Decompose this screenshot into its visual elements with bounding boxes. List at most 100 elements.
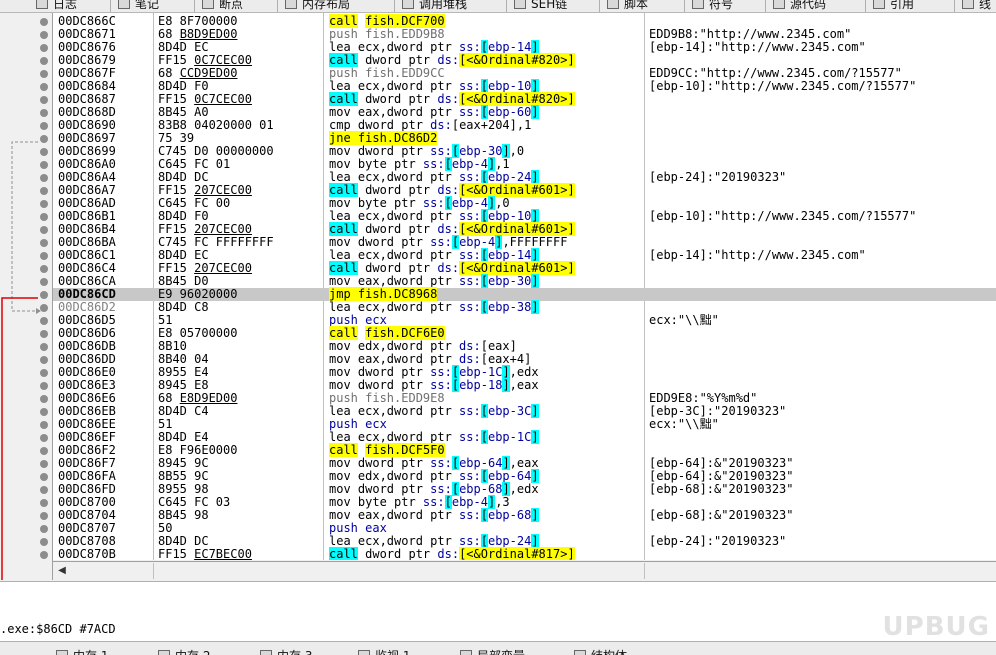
tab-call-stack[interactable]: 调用堆栈 (402, 0, 467, 12)
disasm-token: ebp-10 (488, 209, 531, 223)
instruction-row[interactable]: 00DC870BFF15 EC7BEC00call dword ptr ds:[… (53, 548, 996, 560)
bytes-address-operand: B8D9ED00 (180, 27, 238, 41)
bytes-address-operand: 207CEC00 (194, 261, 252, 275)
disasm-token: ss: (459, 170, 481, 184)
instruction-row[interactable]: 00DC86D6E8 05700000call fish.DCF6E0 (53, 327, 996, 340)
instruction-row[interactable]: 00DC87048B45 98mov eax,dword ptr ss:[ebp… (53, 509, 996, 522)
disasm-token: mov dword ptr (329, 482, 430, 496)
disasm-token: ebp-1C (488, 430, 531, 444)
view-tab-bar: 日志 笔记 断点 内存布局 调用堆栈 SEH链 脚本 符号 源代码 引用 线 (0, 0, 996, 13)
disasm-token: lea ecx,dword ptr (329, 40, 459, 54)
disasm-token: call (329, 92, 358, 106)
disasm-token: lea ecx,dword ptr (329, 430, 459, 444)
disasm-token: ebp-1C (459, 365, 502, 379)
instruction-comment: [ebp-68]:&"20190323" (649, 483, 794, 496)
disasm-token: call (329, 222, 358, 236)
bytes-text: C645 FC 01 (158, 157, 230, 171)
bytes-text: E8 F96E0000 (158, 443, 237, 457)
disassembly-view[interactable]: 00DC866CE8 8F700000call fish.DCF70000DC8… (53, 13, 996, 560)
disasm-token: cmp dword ptr (329, 118, 430, 132)
disasm-token: ebp-10 (488, 79, 531, 93)
bytes-text: 8D4D EC (158, 248, 209, 262)
disasm-token: lea ecx,dword ptr (329, 209, 459, 223)
memory-map-icon (285, 0, 297, 9)
disasm-token: call (329, 261, 358, 275)
disasm-token: ss: (423, 495, 445, 509)
disasm-token: [ (452, 365, 459, 379)
disasm-token: call (329, 183, 358, 197)
disasm-token: ] (502, 456, 509, 470)
disasm-token: [ (481, 170, 488, 184)
disasm-token: ss: (459, 469, 481, 483)
disasm-token: [ (481, 469, 488, 483)
instruction-comment: [ebp-68]:&"20190323" (649, 509, 794, 522)
scroll-left-icon[interactable]: ◀ (55, 564, 69, 578)
disasm-token: ss: (459, 274, 481, 288)
bytes-text: C745 D0 00000000 (158, 144, 274, 158)
instruction-row[interactable]: 00DC86EB8D4D C4lea ecx,dword ptr ss:[ebp… (53, 405, 996, 418)
disasm-token: push ecx (329, 417, 387, 431)
disasm-token: [ (452, 456, 459, 470)
disasm-token: ds: (459, 352, 481, 366)
disasm-token: ] (531, 40, 538, 54)
disasm-token: [<&Ordinal#817>] (459, 547, 575, 560)
disasm-token: ss: (459, 209, 481, 223)
bytes-text: 8D4D F0 (158, 209, 209, 223)
tab-separator (277, 0, 278, 12)
disasm-token: ] (531, 404, 538, 418)
disasm-token: ,edx (510, 482, 539, 496)
tab-notes[interactable]: 笔记 (118, 0, 159, 12)
tab-source[interactable]: 源代码 (773, 0, 826, 12)
disasm-token: mov eax,dword ptr (329, 508, 459, 522)
tab-symbols[interactable]: 符号 (692, 0, 733, 12)
watermark-logo: UPBUG (883, 612, 990, 642)
disasm-token: call (329, 443, 358, 457)
tab-script[interactable]: 脚本 (607, 0, 648, 12)
instruction-row[interactable]: 00DC869083B8 04020000 01cmp dword ptr ds… (53, 119, 996, 132)
disasm-token: [ (481, 508, 488, 522)
disasm-token: push eax (329, 521, 387, 535)
disasm-token: dword ptr (358, 183, 437, 197)
disasm-token: ] (531, 79, 538, 93)
disasm-token: ebp-24 (488, 170, 531, 184)
bytes-text: 8945 9C (158, 456, 209, 470)
disasm-token: [eax+4] (481, 352, 532, 366)
disasm-token: ,eax (510, 378, 539, 392)
tab-references[interactable]: 引用 (873, 0, 914, 12)
bytes-text: FF15 (158, 183, 194, 197)
disasm-token: call (329, 14, 358, 28)
disasm-token: ,0 (495, 196, 509, 210)
tab-seh-chain[interactable]: SEH链 (514, 0, 567, 12)
scrollbar-separator (644, 563, 645, 579)
instruction-row[interactable]: 00DC86D28D4D C8lea ecx,dword ptr ss:[ebp… (53, 301, 996, 314)
disasm-token: lea ecx,dword ptr (329, 170, 459, 184)
disasm-token: ,3 (495, 495, 509, 509)
bytes-text: FF15 (158, 92, 194, 106)
disasm-token: [ (481, 430, 488, 444)
disasm-token: ] (502, 378, 509, 392)
tab-log[interactable]: 日志 (36, 0, 77, 12)
call-stack-icon (402, 0, 414, 9)
disasm-token: ] (531, 209, 538, 223)
tab-breakpoint[interactable]: 断点 (202, 0, 243, 12)
disasm-token: [ (481, 209, 488, 223)
bytes-address-operand: 0C7CEC00 (194, 92, 252, 106)
tab-memory-map[interactable]: 内存布局 (285, 0, 350, 12)
disasm-token: [ (445, 157, 452, 171)
tab-threads[interactable]: 线 (962, 0, 991, 12)
tab-label: 笔记 (135, 0, 159, 12)
disasm-token: ebp-14 (488, 248, 531, 262)
horizontal-scrollbar[interactable]: ◀ (53, 561, 996, 580)
bytes-text: C645 FC 00 (158, 196, 230, 210)
bytes-text: E8 05700000 (158, 326, 237, 340)
disasm-token: [eax+204],1 (452, 118, 531, 132)
disasm-token: ss: (459, 300, 481, 314)
disasm-token: ebp-60 (488, 105, 531, 119)
dump-tab-bar: 内存 1内存 2内存 3监视 1局部变量结构体 (0, 641, 996, 655)
disasm-token: mov edx,dword ptr (329, 339, 459, 353)
tab-label: SEH链 (531, 0, 567, 12)
bytes-address-operand: CCD9ED00 (180, 66, 238, 80)
disasm-token: mov byte ptr (329, 495, 423, 509)
instruction-comment: ecx:"\\黜" (649, 314, 719, 327)
disasm-token: ] (531, 170, 538, 184)
